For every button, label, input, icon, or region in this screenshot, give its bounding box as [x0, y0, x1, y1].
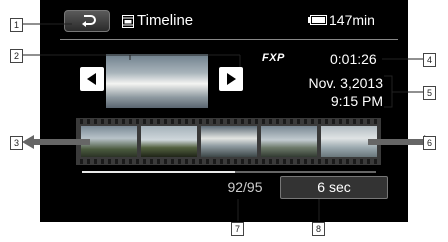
scene-counter: 92/95 — [227, 179, 263, 195]
callout-7: 7 — [231, 222, 244, 236]
screen-title: Timeline — [137, 12, 194, 29]
callout-4: 4 — [423, 53, 436, 67]
scene-timecode: 0:01:26 — [330, 51, 377, 67]
filmstrip-frame[interactable] — [201, 126, 257, 157]
sprocket-holes-top — [76, 119, 381, 124]
battery-icon — [308, 15, 327, 25]
header-divider — [60, 39, 398, 40]
callout-2: 2 — [10, 49, 23, 63]
progress-fill — [82, 171, 235, 173]
camcorder-screen: Timeline 147min FXP 0:01:26 Nov. 3,2013 … — [40, 0, 408, 222]
battery-remaining: 147min — [329, 12, 375, 28]
recording-date: Nov. 3,2013 — [308, 75, 383, 91]
previous-scene-button[interactable] — [80, 67, 104, 91]
callout-5: 5 — [423, 86, 436, 100]
next-scene-button[interactable] — [219, 67, 243, 91]
scroll-left-arrow-icon — [22, 135, 90, 149]
recording-time: 9:15 PM — [330, 93, 383, 109]
timeline-icon — [122, 15, 134, 28]
sprocket-holes-bottom — [76, 159, 381, 164]
position-progress-bar — [82, 171, 376, 173]
left-triangle-icon — [87, 73, 96, 85]
return-arrow-icon — [82, 15, 96, 27]
right-triangle-icon — [227, 73, 236, 85]
back-button[interactable] — [64, 10, 110, 32]
recording-mode: FXP — [262, 52, 285, 64]
interval-button[interactable]: 6 sec — [280, 176, 388, 199]
callout-1: 1 — [10, 18, 23, 32]
current-scene-thumbnail — [106, 54, 208, 108]
timeline-filmstrip[interactable] — [76, 118, 381, 165]
filmstrip-frame[interactable] — [261, 126, 317, 157]
filmstrip-frame[interactable] — [141, 126, 197, 157]
callout-8: 8 — [312, 222, 325, 236]
callout-6: 6 — [423, 136, 436, 150]
callout-3: 3 — [10, 136, 23, 150]
